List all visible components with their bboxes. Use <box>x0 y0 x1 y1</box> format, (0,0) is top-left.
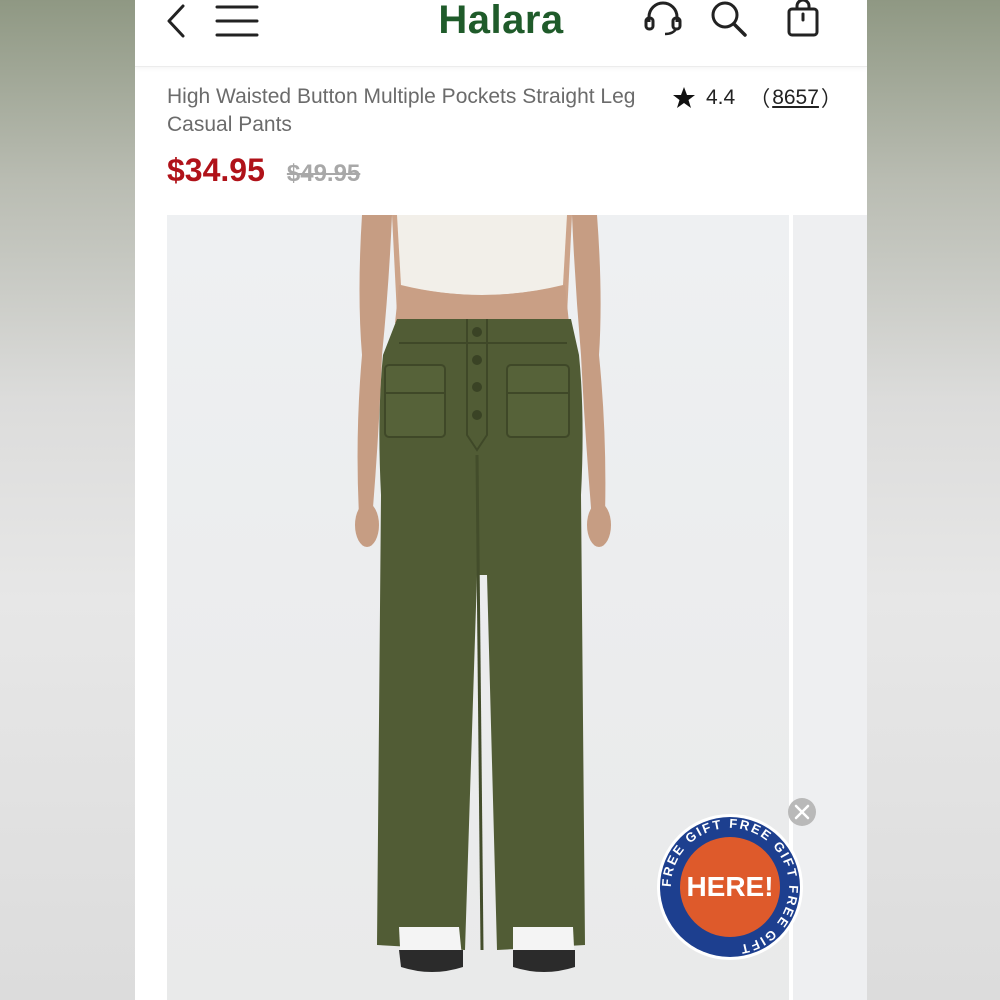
promo-center-text: HERE! <box>686 871 773 902</box>
background-right <box>867 0 1000 1000</box>
brand-logo[interactable]: Halara <box>135 0 867 43</box>
star-icon <box>673 87 695 108</box>
support-headset-icon[interactable] <box>643 0 683 36</box>
phone-screen: Halara High Waisted Button Multiple Pock… <box>135 0 867 1000</box>
background-left <box>0 0 135 1000</box>
product-header: High Waisted Button Multiple Pockets Str… <box>167 83 847 139</box>
free-gift-promo-badge[interactable]: FREE GIFT FREE GIFT FREE GIFT HERE! <box>655 812 805 962</box>
review-close-paren: ） <box>820 88 842 111</box>
original-price: $49.95 <box>286 160 361 187</box>
rating-value: 4.4 <box>706 86 736 109</box>
price-row: $34.95 $49.95 <box>167 152 360 189</box>
review-count-link[interactable]: 8657 <box>772 86 819 110</box>
top-navigation-bar: Halara <box>135 0 867 67</box>
search-icon[interactable] <box>710 0 748 38</box>
review-open-paren: （ <box>749 88 771 111</box>
current-price: $34.95 <box>167 152 265 188</box>
product-title: High Waisted Button Multiple Pockets Str… <box>167 85 636 136</box>
shopping-bag-icon[interactable] <box>785 0 821 38</box>
product-rating[interactable]: 4.4 （ 8657 ） <box>672 83 842 113</box>
